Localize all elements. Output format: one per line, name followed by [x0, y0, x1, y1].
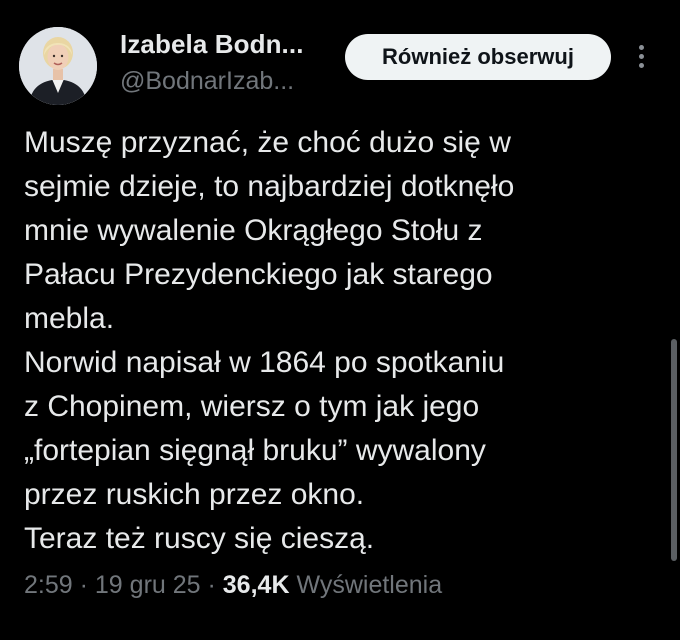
meta-separator: · — [207, 571, 216, 599]
tweet-line: Norwid napisał w 1864 po spotkaniu — [24, 346, 505, 379]
tweet-line: mnie wywalenie Okrągłego Stołu z — [24, 214, 483, 247]
tweet-line: mebla. — [24, 302, 115, 335]
tweet-date[interactable]: 19 gru 25 — [95, 571, 201, 599]
tweet-text: Muszę przyznać, że choć dużo się w sejmi… — [24, 121, 644, 561]
more-dot — [639, 54, 644, 59]
follow-button[interactable]: Również obserwuj — [345, 34, 611, 80]
views-count[interactable]: 36,4K — [223, 571, 290, 599]
more-vertical-icon[interactable] — [630, 38, 654, 74]
tweet-line: Muszę przyznać, że choć dużo się w — [24, 126, 511, 159]
tweet-line: Pałacu Prezydenckiego jak starego — [24, 258, 493, 291]
tweet-time[interactable]: 2:59 — [24, 571, 73, 599]
tweet-line: sejmie dzieje, to najbardziej dotknęło — [24, 170, 515, 203]
author-display-name[interactable]: Izabela Bodn... — [120, 29, 304, 60]
scrollbar[interactable] — [671, 339, 677, 561]
tweet-line: z Chopinem, wiersz o tym jak jego — [24, 390, 480, 423]
profile-photo — [19, 27, 97, 105]
meta-separator: · — [79, 571, 88, 599]
more-dot — [639, 45, 644, 50]
author-handle[interactable]: @BodnarIzab... — [120, 67, 294, 96]
tweet-line: Teraz też ruscy się cieszą. — [24, 522, 375, 555]
tweet-meta: 2:59 · 19 gru 25 · 36,4K Wyświetlenia — [24, 571, 442, 600]
tweet-line: przez ruskich przez okno. — [24, 478, 365, 511]
more-dot — [639, 63, 644, 68]
avatar[interactable] — [19, 27, 97, 105]
views-label[interactable]: Wyświetlenia — [296, 571, 442, 599]
tweet-line: „fortepian sięgnął bruku” wywalony — [24, 434, 486, 467]
